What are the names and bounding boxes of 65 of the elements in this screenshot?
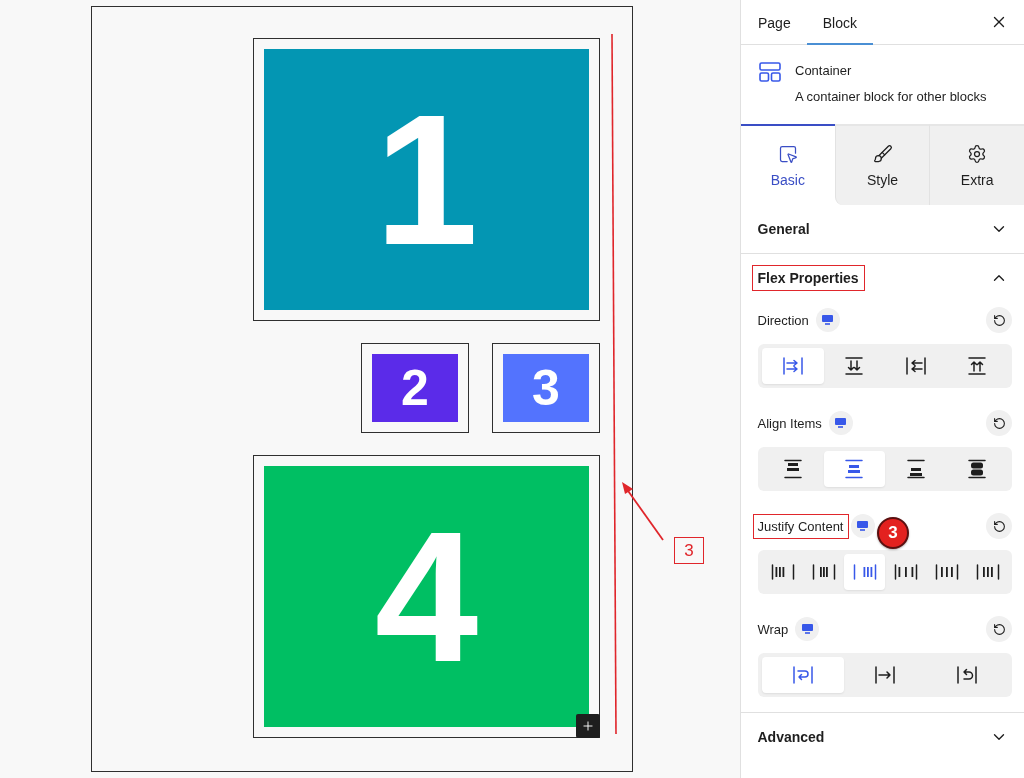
inspector-tab[interactable]: Style [834,124,930,205]
reset-icon [992,519,1006,533]
curved-arrow-icon [956,665,978,685]
monitor-icon [822,315,834,325]
section-title: Flex Properties [751,265,865,291]
block-number: 3 [532,363,560,413]
block-title: Container [795,62,853,80]
field-label: Justify Content [752,513,849,539]
section-title: Advanced [756,728,826,747]
section-title: General [756,220,811,239]
field-label: Direction [756,311,810,330]
block[interactable]: 2 [361,343,469,433]
monitor-icon [857,521,868,531]
wrap-arrow-icon [792,665,814,685]
align-bottom-icon [904,459,927,479]
arrows-left-icon [904,356,927,376]
pointer-square-icon [777,144,798,164]
block-number: 1 [374,86,479,273]
bars-left-icon [770,562,795,582]
reset-button[interactable] [986,307,1012,333]
arrows-up-icon [966,356,989,376]
add-block-button[interactable] [576,714,600,738]
reset-icon [992,622,1006,636]
plus-icon [581,719,595,733]
sidebar-tab[interactable]: Page [742,0,807,45]
layout-icon [759,62,781,82]
bars-center-icon [811,562,836,582]
reset-icon [992,313,1006,327]
block-description: A container block for other blocks [795,88,987,106]
monitor-icon [835,418,847,428]
reset-button[interactable] [986,410,1012,436]
device-toggle-button[interactable] [815,308,840,332]
device-toggle-button[interactable] [850,514,875,538]
arrows-down-icon [843,356,866,376]
device-toggle-button[interactable] [795,617,820,641]
toggle-option[interactable] [762,348,824,384]
device-toggle-button[interactable] [828,411,853,435]
reset-icon [992,416,1006,430]
field-label: Wrap [756,620,790,639]
annotation-arrow [622,482,664,541]
sidebar-tab[interactable]: Block [806,0,873,45]
field-label: Align Items [756,414,823,433]
block-number: 2 [401,363,429,413]
monitor-icon [801,624,813,634]
bars-right-icon [852,562,877,582]
align-middle-icon [843,459,866,479]
reset-button[interactable] [986,616,1012,642]
align-top-icon [781,459,804,479]
block-number: 4 [374,503,479,690]
arrows-right-icon [781,356,804,376]
toggle-option[interactable] [844,554,885,590]
bars-even-icon [975,562,1000,582]
reset-button[interactable] [986,513,1012,539]
arrow-right-icon [874,665,896,685]
brush-icon [872,144,893,164]
bars-spread-icon [893,562,918,582]
block[interactable]: 3 [492,343,600,433]
settings-icon [967,144,988,164]
toggle-option[interactable] [823,451,885,487]
annotation-number: 3 [674,537,704,564]
toggle-option[interactable] [762,657,844,693]
inspector-tab[interactable]: Extra [929,124,1024,205]
bars-spaced-icon [934,562,959,582]
callout-number: 3 [877,517,909,549]
stretch-icon [966,459,989,479]
